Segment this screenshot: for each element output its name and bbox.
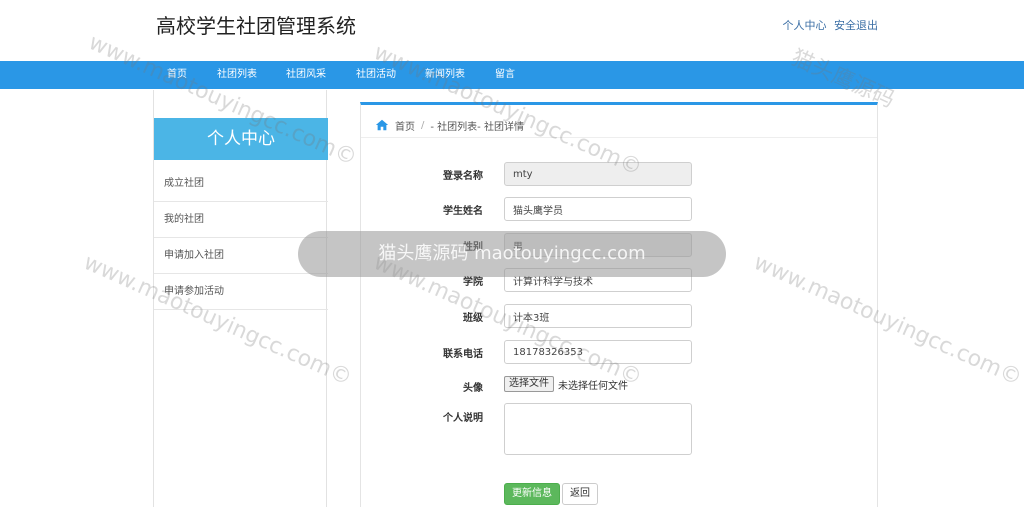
sidebar-item-join-club[interactable]: 申请加入社团 — [154, 238, 328, 274]
choose-file-button[interactable]: 选择文件 — [504, 376, 554, 392]
breadcrumb-path: - 社团列表- 社团详情 — [430, 121, 524, 133]
sidebar-item-my-clubs[interactable]: 我的社团 — [154, 202, 328, 238]
nav-item-club-activities[interactable]: 社团活动 — [356, 61, 396, 89]
main-nav: 首页 社团列表 社团风采 社团活动 新闻列表 留言 — [0, 61, 1024, 89]
phone-field[interactable] — [504, 340, 692, 364]
gender-label: 性别 — [463, 242, 483, 253]
back-button[interactable]: 返回 — [562, 483, 598, 505]
bio-label: 个人说明 — [443, 413, 483, 424]
sidebar: 个人中心 成立社团 我的社团 申请加入社团 申请参加活动 — [153, 90, 328, 507]
nav-item-club-showcase[interactable]: 社团风采 — [286, 61, 326, 89]
student-name-label: 学生姓名 — [443, 206, 483, 217]
profile-panel: 首页 / - 社团列表- 社团详情 登录名称 学生姓名 性别 学院 班级 联系电… — [360, 102, 878, 507]
sidebar-item-join-activity[interactable]: 申请参加活动 — [154, 274, 328, 310]
avatar-label: 头像 — [463, 383, 483, 394]
page: 高校学生社团管理系统 个人中心 安全退出 首页 社团列表 社团风采 社团活动 新… — [0, 0, 1024, 507]
sidebar-item-create-club[interactable]: 成立社团 — [154, 166, 328, 202]
breadcrumb: 首页 / - 社团列表- 社团详情 — [375, 115, 524, 135]
nav-item-club-list[interactable]: 社团列表 — [217, 61, 257, 89]
sidebar-title: 个人中心 — [154, 118, 328, 160]
college-label: 学院 — [463, 277, 483, 288]
college-field[interactable] — [504, 268, 692, 292]
home-icon[interactable] — [375, 118, 389, 132]
gender-field[interactable] — [504, 233, 692, 257]
logout-link[interactable]: 安全退出 — [834, 19, 878, 32]
student-name-field[interactable] — [504, 197, 692, 221]
breadcrumb-home[interactable]: 首页 — [395, 118, 415, 133]
avatar-file-input: 选择文件 未选择任何文件 — [504, 376, 628, 392]
login-name-label: 登录名称 — [443, 171, 483, 182]
file-status: 未选择任何文件 — [558, 380, 628, 392]
site-title: 高校学生社团管理系统 — [156, 14, 356, 38]
bio-textarea[interactable] — [504, 403, 692, 455]
phone-label: 联系电话 — [443, 349, 483, 360]
nav-item-news-list[interactable]: 新闻列表 — [425, 61, 465, 89]
class-label: 班级 — [463, 313, 483, 324]
nav-item-home[interactable]: 首页 — [167, 61, 187, 89]
personal-center-link[interactable]: 个人中心 — [783, 19, 827, 32]
nav-item-messages[interactable]: 留言 — [495, 61, 515, 89]
breadcrumb-separator: / — [421, 119, 425, 131]
class-field[interactable] — [504, 304, 692, 328]
update-info-button[interactable]: 更新信息 — [504, 483, 560, 505]
login-name-field[interactable] — [504, 162, 692, 186]
top-links: 个人中心 安全退出 — [779, 17, 879, 33]
breadcrumb-divider — [361, 137, 877, 138]
